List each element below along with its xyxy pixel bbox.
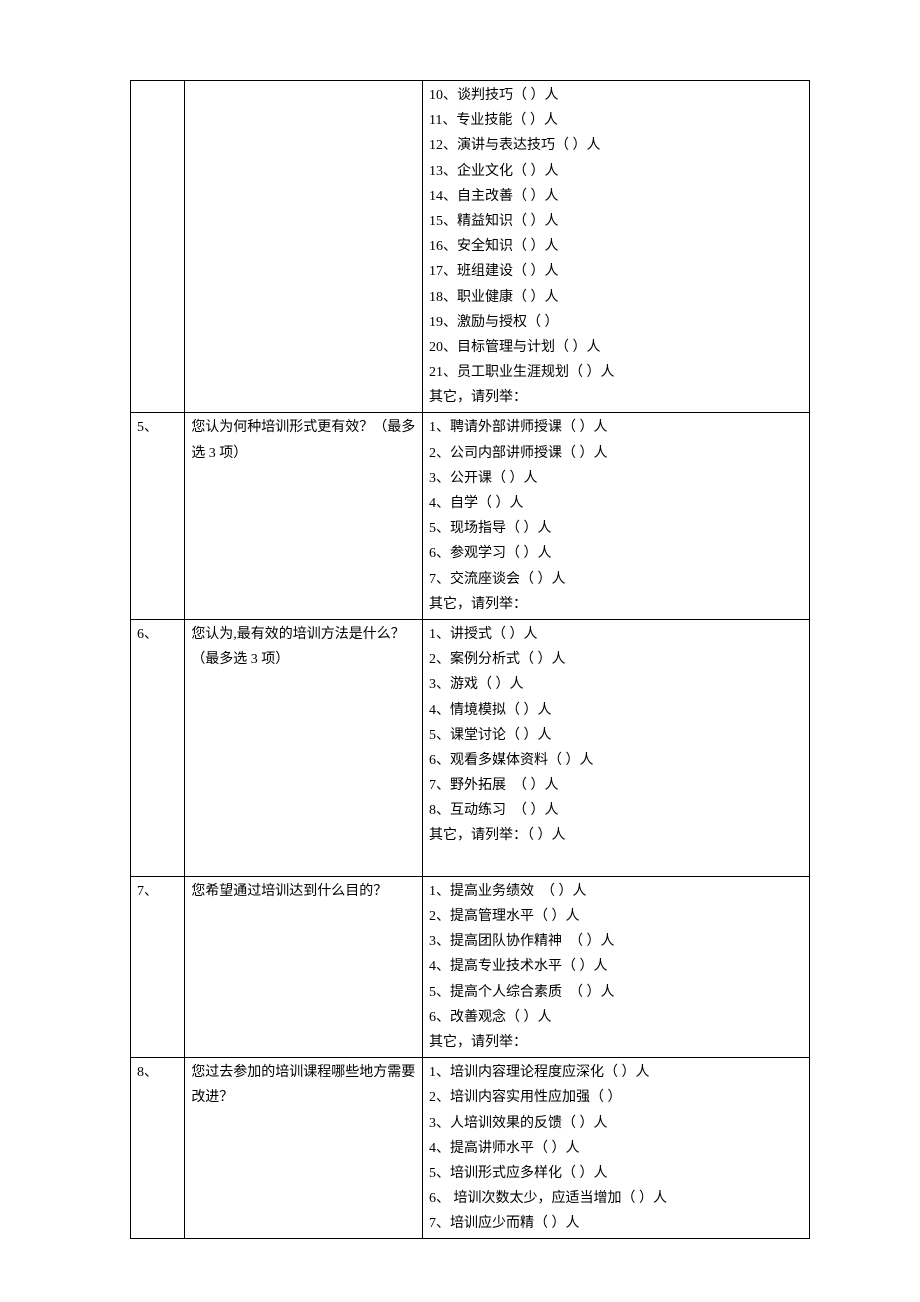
option-line: 1、讲授式（ ）人 [429,622,803,647]
option-line: 5、课堂讨论（ ）人 [429,723,803,748]
option-line: 18、职业健康（ ）人 [429,285,803,310]
option-line: 16、安全知识（ ）人 [429,234,803,259]
option-line: 4、自学（ ）人 [429,491,803,516]
table-row: 5、您认为何种培训形式更有效？（最多选 3 项）1、聘请外部讲师授课（ ）人2、… [131,413,810,620]
option-line: 3、公开课（ ）人 [429,466,803,491]
option-line: 4、提高讲师水平（ ）人 [429,1136,803,1161]
option-line: 19、激励与授权（ ） [429,310,803,335]
option-line: 21、员工职业生涯规划（ ）人 [429,360,803,385]
row-number: 6、 [131,619,185,876]
option-line [429,849,803,874]
option-line: 17、班组建设（ ）人 [429,259,803,284]
option-line: 其它，请列举： [429,385,803,410]
question-cell: 您认为,最有效的培训方法是什么？（最多选 3 项） [185,619,423,876]
option-line: 其它，请列举： [429,592,803,617]
option-line: 其它，请列举： [429,1030,803,1055]
options-cell: 1、培训内容理论程度应深化（ ）人2、培训内容实用性应加强（ ）3、人培训效果的… [422,1058,809,1239]
option-line: 13、企业文化（ ）人 [429,159,803,184]
option-line: 6、改善观念（ ）人 [429,1005,803,1030]
option-line: 2、培训内容实用性应加强（ ） [429,1085,803,1110]
question-cell: 您认为何种培训形式更有效？（最多选 3 项） [185,413,423,620]
option-line: 12、演讲与表达技巧（ ）人 [429,133,803,158]
survey-table: 10、谈判技巧（ ）人11、专业技能（ ）人12、演讲与表达技巧（ ）人13、企… [130,80,810,1239]
option-line: 14、自主改善（ ）人 [429,184,803,209]
option-line: 10、谈判技巧（ ）人 [429,83,803,108]
table-row: 6、您认为,最有效的培训方法是什么？（最多选 3 项）1、讲授式（ ）人2、案例… [131,619,810,876]
options-cell: 1、讲授式（ ）人2、案例分析式（ ）人3、游戏（ ）人4、情境模拟（ ）人5、… [422,619,809,876]
option-line: 7、培训应少而精（ ）人 [429,1211,803,1236]
option-line: 3、游戏（ ）人 [429,672,803,697]
table-row: 10、谈判技巧（ ）人11、专业技能（ ）人12、演讲与表达技巧（ ）人13、企… [131,81,810,413]
option-line: 4、提高专业技术水平（ ）人 [429,954,803,979]
option-line: 5、培训形式应多样化（ ）人 [429,1161,803,1186]
option-line: 6、观看多媒体资料（ ）人 [429,748,803,773]
row-number: 8、 [131,1058,185,1239]
option-line: 15、精益知识（ ）人 [429,209,803,234]
option-line: 7、野外拓展 （ ）人 [429,773,803,798]
option-line: 4、情境模拟（ ）人 [429,698,803,723]
table-row: 7、您希望通过培训达到什么目的？1、提高业务绩效 （ ）人2、提高管理水平（ ）… [131,876,810,1057]
option-line: 6、参观学习（ ）人 [429,541,803,566]
option-line: 1、培训内容理论程度应深化（ ）人 [429,1060,803,1085]
option-line: 5、提高个人综合素质 （ ）人 [429,980,803,1005]
table-row: 8、您过去参加的培训课程哪些地方需要改进？1、培训内容理论程度应深化（ ）人2、… [131,1058,810,1239]
options-cell: 1、提高业务绩效 （ ）人2、提高管理水平（ ）人3、提高团队协作精神 （ ）人… [422,876,809,1057]
row-number [131,81,185,413]
question-cell: 您过去参加的培训课程哪些地方需要改进？ [185,1058,423,1239]
option-line: 11、专业技能（ ）人 [429,108,803,133]
option-line: 1、提高业务绩效 （ ）人 [429,879,803,904]
question-cell [185,81,423,413]
options-cell: 1、聘请外部讲师授课（ ）人2、公司内部讲师授课（ ）人3、公开课（ ）人4、自… [422,413,809,620]
option-line: 2、案例分析式（ ）人 [429,647,803,672]
option-line: 2、公司内部讲师授课（ ）人 [429,441,803,466]
option-line: 2、提高管理水平（ ）人 [429,904,803,929]
option-line: 20、目标管理与计划（ ）人 [429,335,803,360]
option-line: 5、现场指导（ ）人 [429,516,803,541]
option-line: 8、互动练习 （ ）人 [429,798,803,823]
option-line: 7、交流座谈会（ ）人 [429,567,803,592]
option-line: 3、提高团队协作精神 （ ）人 [429,929,803,954]
options-cell: 10、谈判技巧（ ）人11、专业技能（ ）人12、演讲与表达技巧（ ）人13、企… [422,81,809,413]
option-line: 3、人培训效果的反馈（ ）人 [429,1111,803,1136]
option-line: 1、聘请外部讲师授课（ ）人 [429,415,803,440]
option-line: 其它，请列举：（ ）人 [429,823,803,848]
question-cell: 您希望通过培训达到什么目的？ [185,876,423,1057]
row-number: 7、 [131,876,185,1057]
option-line: 6、 培训次数太少，应适当增加（ ）人 [429,1186,803,1211]
row-number: 5、 [131,413,185,620]
